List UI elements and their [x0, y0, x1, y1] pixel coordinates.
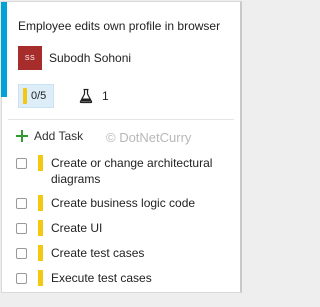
card-title[interactable]: Employee edits own profile in browser — [18, 19, 220, 33]
task-checkbox[interactable] — [16, 158, 27, 169]
task-checkbox[interactable] — [16, 273, 27, 284]
task-item[interactable]: Create test cases — [16, 245, 231, 261]
progress-color-bar — [23, 88, 27, 104]
task-checkbox[interactable] — [16, 248, 27, 259]
task-label[interactable]: Create business logic code — [51, 195, 231, 211]
task-color-bar — [38, 195, 43, 211]
flask-icon[interactable] — [78, 88, 94, 104]
task-label[interactable]: Execute test cases — [51, 270, 231, 286]
add-task-button[interactable]: Add Task — [15, 127, 83, 145]
task-item[interactable]: Execute test cases — [16, 270, 231, 286]
plus-icon — [15, 129, 29, 143]
task-color-bar — [38, 220, 43, 236]
divider — [8, 119, 234, 120]
test-count: 1 — [102, 89, 109, 103]
task-item[interactable]: Create or change architectural diagrams — [16, 155, 231, 187]
task-item[interactable]: Create business logic code — [16, 195, 231, 211]
avatar: SS — [18, 46, 42, 70]
work-item-card[interactable]: Employee edits own profile in browser SS… — [1, 1, 242, 293]
task-color-bar — [38, 155, 43, 171]
progress-text: 0/5 — [31, 90, 47, 102]
task-label[interactable]: Create test cases — [51, 245, 231, 261]
card-accent-bar — [1, 2, 7, 97]
task-progress-badge[interactable]: 0/5 — [18, 84, 54, 108]
assignee-name[interactable]: Subodh Sohoni — [49, 51, 131, 65]
add-task-label: Add Task — [34, 129, 84, 143]
watermark: © DotNetCurry — [106, 130, 192, 145]
task-label[interactable]: Create UI — [51, 220, 231, 236]
task-color-bar — [38, 245, 43, 261]
task-checkbox[interactable] — [16, 198, 27, 209]
task-checkbox[interactable] — [16, 223, 27, 234]
task-item[interactable]: Create UI — [16, 220, 231, 236]
task-color-bar — [38, 270, 43, 286]
task-label[interactable]: Create or change architectural diagrams — [51, 155, 231, 187]
